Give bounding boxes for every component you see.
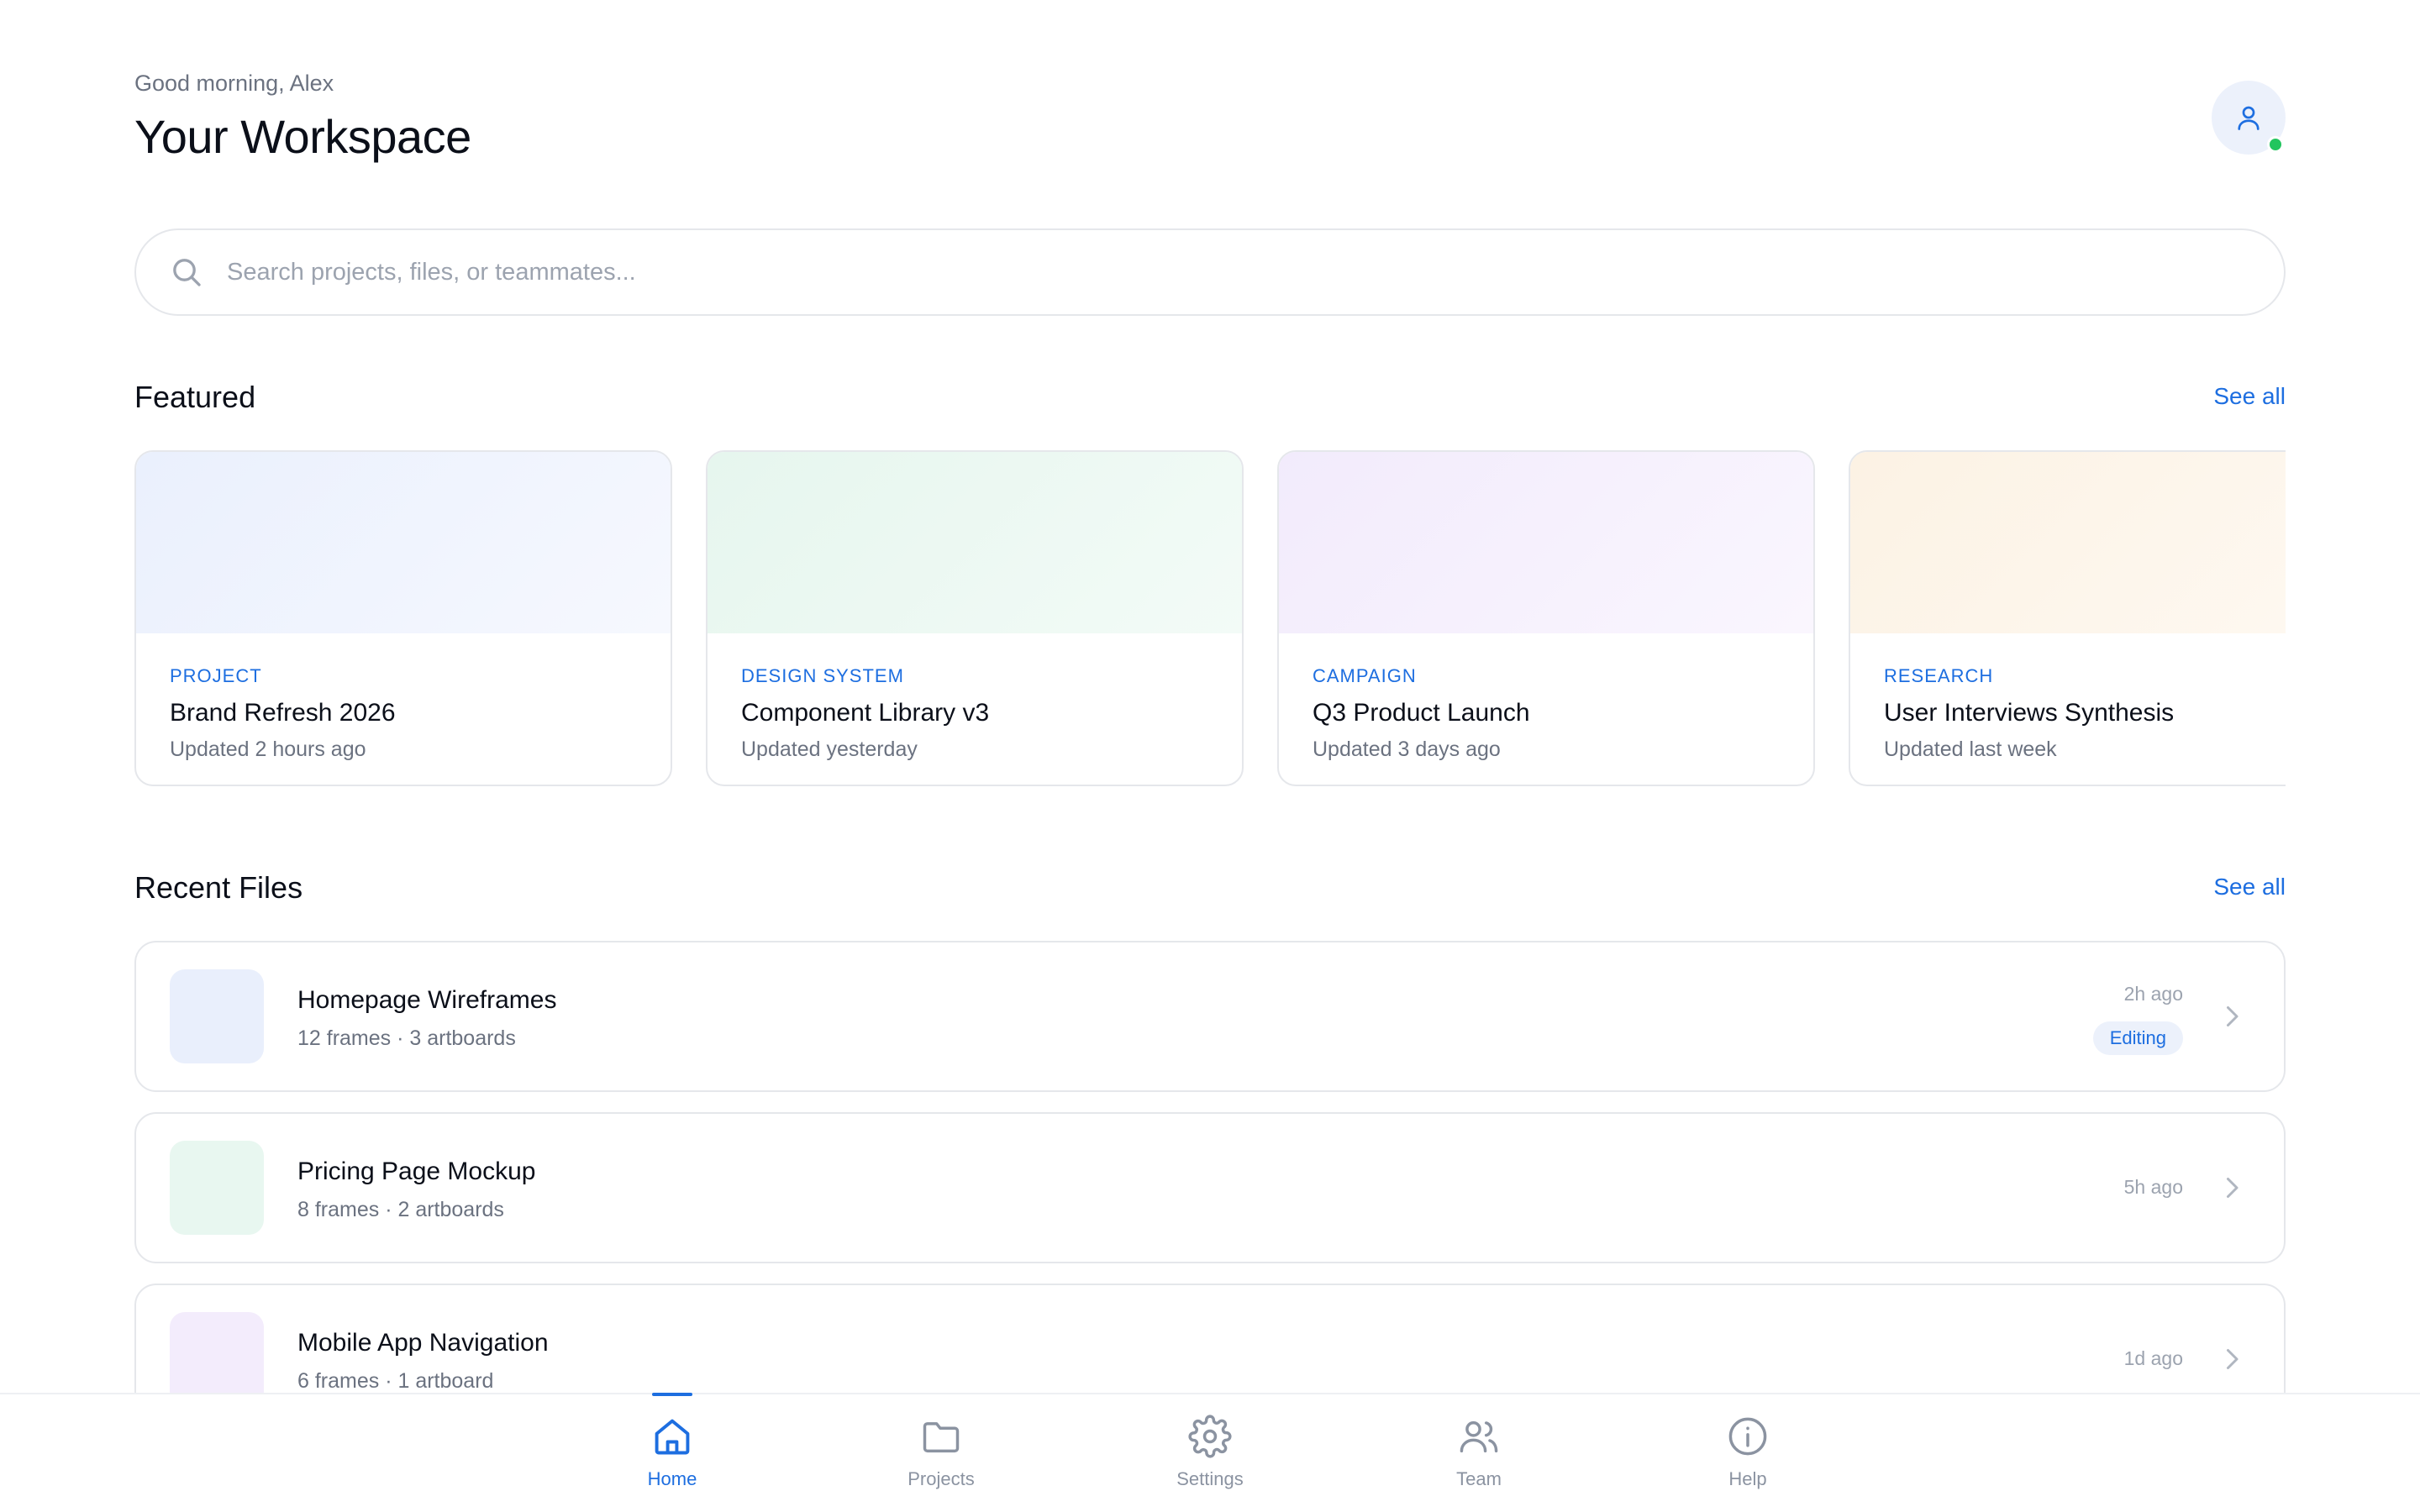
nav-label-team: Team [1456,1468,1502,1489]
home-icon [655,1419,690,1455]
search-bar[interactable] [134,228,2286,316]
nav-item-home[interactable]: Home [588,1393,756,1512]
featured-card[interactable]: CAMPAIGN Q3 Product Launch Updated 3 day… [1277,450,1815,786]
chevron-right-icon[interactable] [2217,1001,2247,1032]
file-meta: 8 frames · 2 artboards [297,1198,504,1221]
nav-item-settings[interactable]: Settings [1126,1394,1294,1512]
card-tag: DESIGN SYSTEM [741,665,904,686]
featured-see-all-link[interactable]: See all [2213,383,2286,410]
bottom-navigation: Home Projects Settings Team Help [0,1393,2420,1512]
info-icon [1728,1417,1767,1456]
card-tag: RESEARCH [1884,665,1994,686]
avatar-button[interactable] [2212,81,2286,155]
nav-item-help[interactable]: Help [1664,1394,1832,1512]
file-time: 2h ago [2123,983,2183,1005]
user-icon [2238,106,2260,130]
file-time: 5h ago [2123,1176,2183,1198]
card-title: Brand Refresh 2026 [170,699,396,727]
card-thumbnail [708,452,1242,633]
nav-label-settings: Settings [1176,1468,1244,1489]
file-thumbnail [170,1312,264,1393]
card-updated: Updated yesterday [741,738,918,761]
file-row[interactable]: Pricing Page Mockup 8 frames · 2 artboar… [134,1112,2286,1263]
recent-files-title: Recent Files [134,870,303,905]
card-title: User Interviews Synthesis [1884,699,2175,727]
file-time: 1d ago [2123,1347,2183,1369]
gear-icon [1188,1415,1232,1458]
users-icon [1460,1421,1498,1453]
search-icon [173,259,201,286]
nav-item-team[interactable]: Team [1395,1394,1563,1512]
editing-badge: Editing [2092,1021,2183,1055]
card-thumbnail [1279,452,1813,633]
recent-files-header: Recent Files See all [134,870,2286,912]
card-tag: PROJECT [170,665,262,686]
featured-card[interactable]: DESIGN SYSTEM Component Library v3 Updat… [706,450,1244,786]
file-name: Mobile App Navigation [297,1329,549,1357]
nav-label-help: Help [1728,1468,1767,1489]
card-thumbnail [1850,452,2286,633]
recent-see-all-link[interactable]: See all [2213,874,2286,900]
card-tag: CAMPAIGN [1313,665,1417,686]
featured-cards: PROJECT Brand Refresh 2026 Updated 2 hou… [134,450,2286,788]
chevron-right-icon[interactable] [2217,1344,2247,1374]
card-updated: Updated 2 hours ago [170,738,366,761]
file-row[interactable]: Homepage Wireframes 12 frames · 3 artboa… [134,941,2286,1092]
card-title: Component Library v3 [741,699,990,727]
file-thumbnail [170,969,264,1063]
card-updated: Updated 3 days ago [1313,738,1501,761]
page-header: Good morning, Alex Your Workspace [134,67,2286,176]
nav-item-projects[interactable]: Projects [857,1394,1025,1512]
active-tab-indicator [652,1393,692,1396]
featured-card[interactable]: PROJECT Brand Refresh 2026 Updated 2 hou… [134,450,672,786]
recent-files-list: Homepage Wireframes 12 frames · 3 artboa… [134,939,2286,1393]
greeting-text: Good morning, Alex [134,71,334,96]
online-status-dot [2267,136,2284,153]
file-thumbnail [170,1141,264,1235]
search-input[interactable] [227,258,2160,286]
nav-label-home: Home [647,1468,697,1489]
nav-label-projects: Projects [908,1468,975,1489]
file-name: Pricing Page Mockup [297,1158,536,1185]
card-updated: Updated last week [1884,738,2057,761]
file-row[interactable]: Mobile App Navigation 6 frames · 1 artbo… [134,1284,2286,1393]
featured-header: Featured See all [134,380,2286,422]
card-thumbnail [136,452,671,633]
chevron-right-icon[interactable] [2217,1173,2247,1203]
file-meta: 12 frames · 3 artboards [297,1026,516,1050]
featured-title: Featured [134,380,256,414]
file-name: Homepage Wireframes [297,986,557,1014]
page-title: Your Workspace [134,110,471,163]
card-title: Q3 Product Launch [1313,699,1530,727]
folder-icon [923,1422,960,1453]
file-meta: 6 frames · 1 artboard [297,1369,494,1393]
featured-card[interactable]: RESEARCH User Interviews Synthesis Updat… [1849,450,2286,786]
